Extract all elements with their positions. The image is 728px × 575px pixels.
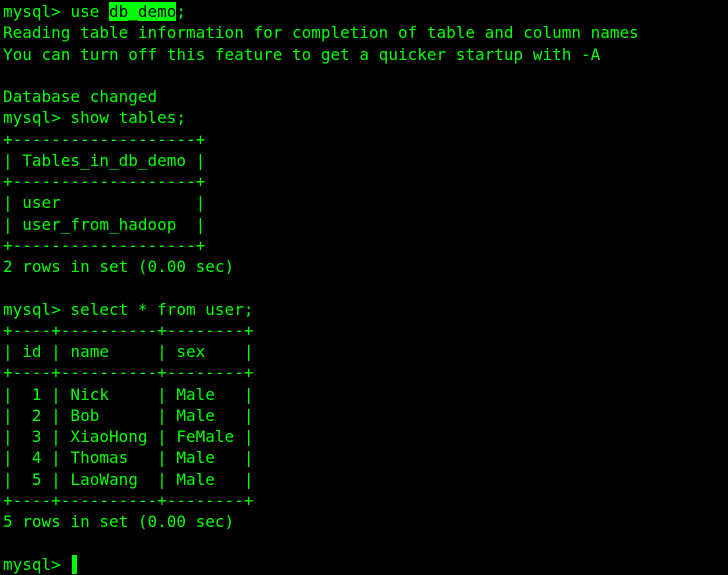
table-border: +-------------------+: [3, 129, 206, 149]
text-cursor[interactable]: [72, 554, 78, 574]
command-line: mysql> show tables;: [3, 108, 187, 128]
table-row: | 1 | Nick | Male |: [3, 384, 254, 404]
output-line: You can turn off this feature to get a q…: [3, 44, 601, 64]
table-row: | 5 | LaoWang | Male |: [3, 469, 254, 489]
result-summary: 2 rows in set (0.00 sec): [3, 257, 235, 276]
table-header: | id | name | sex |: [3, 342, 254, 361]
command-line: mysql> select * from user;: [3, 299, 254, 319]
use-command-line: mysql> use db_demo;: [3, 1, 728, 22]
prompt-line[interactable]: mysql>: [3, 554, 728, 575]
table-border: +----+----------+--------+: [3, 363, 254, 383]
table-row: | 3 | XiaoHong | FeMale |: [3, 427, 254, 446]
table-border: +----+----------+--------+: [3, 320, 254, 340]
highlighted-db-name: db_demo: [108, 2, 177, 21]
output-line: Reading table information for completion…: [3, 23, 639, 43]
prompt: mysql>: [3, 2, 71, 21]
table-row: | user_from_hadoop |: [3, 214, 206, 234]
command-text: use: [70, 2, 109, 21]
terminal-window[interactable]: mysql> use db_demo; Reading table inform…: [0, 0, 728, 575]
output-line: Database changed: [3, 87, 158, 106]
table-row: | 4 | Thomas | Male |: [3, 448, 254, 468]
table-row: | user |: [3, 193, 206, 213]
table-row: | 2 | Bob | Male |: [3, 405, 254, 425]
table-border: +-------------------+: [3, 172, 206, 191]
table-header: | Tables_in_db_demo |: [3, 150, 206, 170]
final-prompt: mysql>: [3, 554, 71, 574]
result-summary: 5 rows in set (0.00 sec): [3, 512, 235, 531]
command-semicolon: ;: [176, 2, 187, 21]
table-border: +-------------------+: [3, 235, 206, 255]
table-border: +----+----------+--------+: [3, 490, 254, 510]
